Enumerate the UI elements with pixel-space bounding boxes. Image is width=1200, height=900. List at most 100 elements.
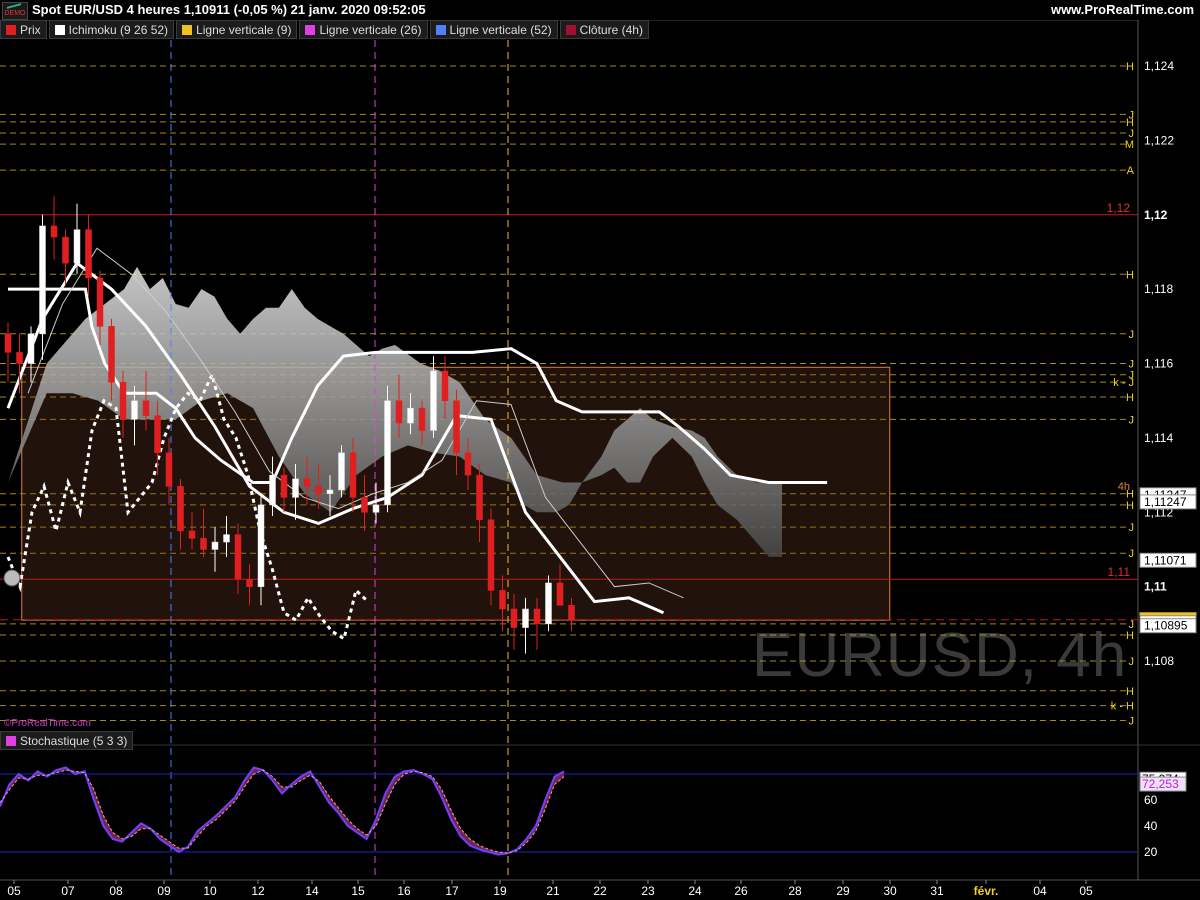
candle-body bbox=[338, 452, 345, 491]
level-letter: J bbox=[1129, 414, 1135, 426]
time-tick-label: 21 bbox=[546, 884, 560, 898]
stochastic-legend-label: Stochastique (5 3 3) bbox=[20, 733, 128, 748]
price-tick-label: 1,122 bbox=[1144, 133, 1174, 147]
time-tick-label: 17 bbox=[445, 884, 459, 898]
candle-body bbox=[108, 326, 115, 383]
level-letter: H bbox=[1126, 269, 1134, 281]
candle-body bbox=[510, 608, 518, 628]
candle-body bbox=[303, 478, 311, 487]
price-chart[interactable]: HJHJMAHJJJk - JHJHHJJJHJHk - HJ4h1,121,1… bbox=[0, 0, 1200, 900]
price-value-label: 1,11247 bbox=[1139, 494, 1197, 510]
time-tick-label: 23 bbox=[641, 884, 655, 898]
candle-body bbox=[188, 530, 196, 539]
level-letter: k - J bbox=[1113, 377, 1134, 389]
time-tick-label: 29 bbox=[836, 884, 850, 898]
time-tick-label: 30 bbox=[883, 884, 897, 898]
candle-body bbox=[234, 534, 242, 580]
candle-body bbox=[4, 333, 12, 353]
stochastic-k-line bbox=[0, 766, 565, 856]
candle-body bbox=[395, 400, 403, 424]
candle-body bbox=[349, 452, 357, 498]
level-letter: M bbox=[1125, 139, 1134, 151]
price-tick-label: 1,124 bbox=[1144, 59, 1174, 73]
candle-body bbox=[372, 504, 380, 513]
price-tick-label: 1,11 bbox=[1144, 580, 1167, 594]
level-letter: J bbox=[1129, 329, 1135, 341]
candle-body bbox=[85, 229, 92, 279]
candle-body bbox=[384, 400, 391, 506]
stochastic-fill bbox=[0, 767, 564, 855]
candle-body bbox=[499, 590, 506, 610]
stochastic-tick-label: 60 bbox=[1144, 793, 1158, 807]
level-letter: H bbox=[1126, 61, 1134, 73]
candle-body bbox=[62, 236, 69, 264]
candle-body bbox=[223, 534, 230, 543]
red-level-label: 1,11 bbox=[1108, 565, 1131, 579]
candle-body bbox=[430, 370, 437, 431]
time-tick-label: 28 bbox=[788, 884, 802, 898]
level-letter: k - H bbox=[1111, 701, 1134, 713]
candle-body bbox=[142, 400, 150, 416]
time-tick-label: févr. bbox=[974, 884, 999, 898]
price-label-text: 1,11071 bbox=[1144, 553, 1187, 567]
level-letter: J bbox=[1129, 522, 1135, 534]
price-tick-label: 1,118 bbox=[1144, 282, 1173, 296]
level-letter: H bbox=[1126, 500, 1134, 512]
level-letter: J bbox=[1129, 716, 1135, 728]
candle-body bbox=[280, 474, 288, 498]
candle-body bbox=[131, 400, 138, 420]
time-tick-label: 05 bbox=[7, 884, 21, 898]
level-letter: J bbox=[1129, 548, 1135, 560]
time-tick-label: 10 bbox=[203, 884, 217, 898]
price-tick-label: 1,114 bbox=[1144, 431, 1173, 445]
stochastic-tick-label: 20 bbox=[1144, 845, 1158, 859]
price-axis-bg bbox=[1138, 20, 1200, 900]
price-value-label: 1,10895 bbox=[1139, 618, 1197, 634]
time-tick-label: 31 bbox=[930, 884, 944, 898]
candle-body bbox=[16, 352, 23, 364]
candle-body bbox=[27, 333, 35, 364]
time-tick-label: 08 bbox=[109, 884, 123, 898]
time-tick-label: 26 bbox=[734, 884, 748, 898]
price-label-text: 1,10895 bbox=[1144, 619, 1188, 633]
time-tick-label: 22 bbox=[593, 884, 607, 898]
time-tick-label: 05 bbox=[1079, 884, 1093, 898]
candle-body bbox=[407, 407, 414, 424]
candle-body bbox=[200, 538, 207, 550]
candle-body bbox=[50, 225, 58, 238]
price-tick-label: 1,108 bbox=[1144, 654, 1174, 668]
price-label-text: 1,11247 bbox=[1144, 495, 1187, 509]
candle-body bbox=[39, 225, 46, 335]
candle-body bbox=[556, 582, 564, 606]
level-letter: H bbox=[1126, 630, 1134, 642]
candle-body bbox=[269, 474, 276, 506]
stochastic-legend[interactable]: Stochastique (5 3 3) bbox=[0, 731, 134, 750]
candle-body bbox=[545, 582, 552, 625]
price-tick-label: 1,116 bbox=[1144, 357, 1173, 371]
candle-body bbox=[487, 519, 495, 591]
candle-body bbox=[464, 452, 472, 476]
candle-body bbox=[211, 541, 219, 550]
stochastic-tick-label: 40 bbox=[1144, 819, 1158, 833]
stochastic-swatch-icon bbox=[6, 735, 16, 746]
time-tick-label: 15 bbox=[351, 884, 365, 898]
time-tick-label: 19 bbox=[493, 884, 507, 898]
candle-body bbox=[361, 497, 368, 513]
time-tick-label: 07 bbox=[61, 884, 75, 898]
candle-body bbox=[165, 452, 173, 487]
candle-body bbox=[246, 578, 253, 587]
candle-body bbox=[418, 407, 426, 431]
level-letter: A bbox=[1127, 165, 1135, 177]
candle-body bbox=[326, 489, 334, 494]
candle-body bbox=[73, 229, 81, 264]
brand-label: ©ProRealTime.com bbox=[4, 718, 92, 729]
candle-body bbox=[154, 415, 161, 454]
time-tick-label: 14 bbox=[305, 884, 319, 898]
price-tick-label: 1,12 bbox=[1144, 208, 1168, 222]
candle-body bbox=[119, 381, 127, 420]
time-tick-label: 04 bbox=[1033, 884, 1047, 898]
candle-body bbox=[568, 605, 575, 621]
time-tick-label: 12 bbox=[251, 884, 265, 898]
candle-body bbox=[292, 478, 299, 498]
candle-body bbox=[315, 486, 322, 494]
